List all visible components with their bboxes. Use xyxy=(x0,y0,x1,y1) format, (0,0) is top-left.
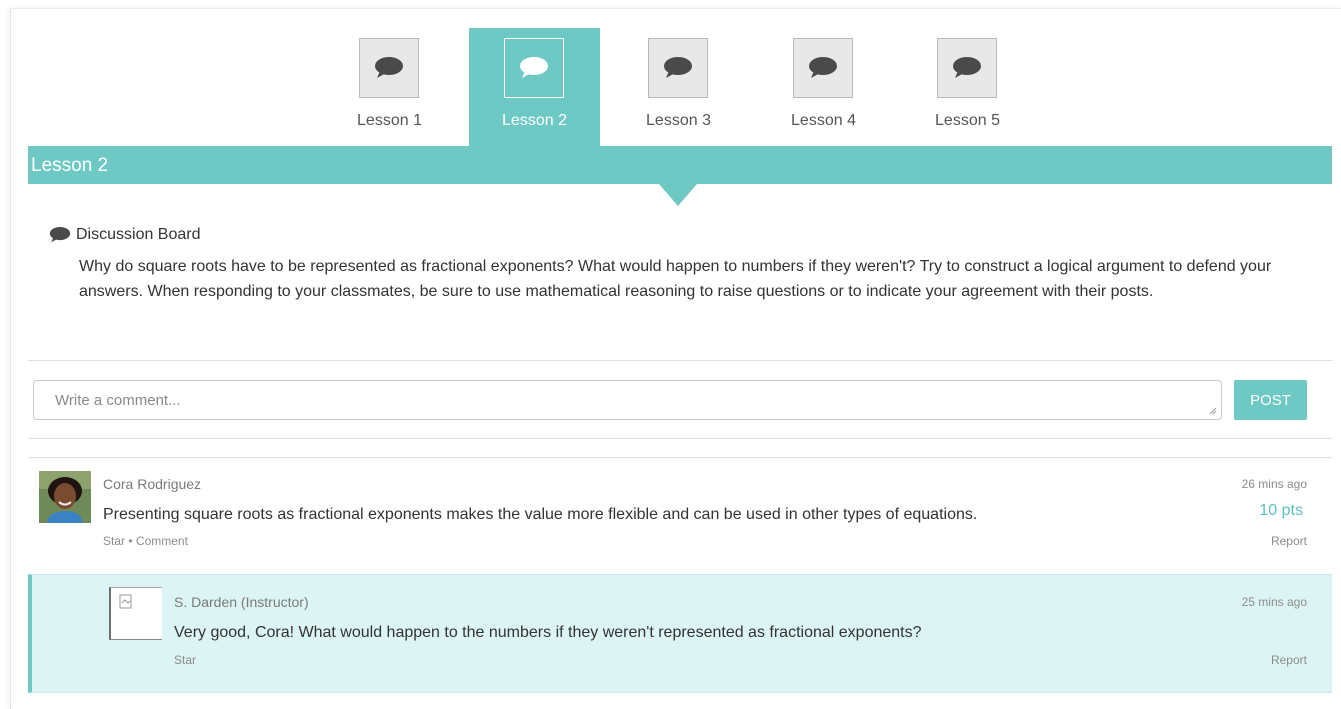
divider xyxy=(28,457,1332,458)
lesson-5-tile xyxy=(937,38,997,98)
lesson-3-tile xyxy=(648,38,708,98)
divider xyxy=(28,438,1332,439)
report-link[interactable]: Report xyxy=(1271,534,1307,548)
avatar xyxy=(109,587,162,640)
tab-label: Lesson 3 xyxy=(646,112,711,129)
action-separator: • xyxy=(128,534,133,548)
tab-lesson-2[interactable]: Lesson 2 xyxy=(469,28,600,146)
reply-text: Very good, Cora! What would happen to th… xyxy=(174,624,922,641)
lesson-1-tile xyxy=(359,38,419,98)
discussion-board-heading: Discussion Board xyxy=(49,226,201,244)
discussion-board-label: Discussion Board xyxy=(76,226,201,243)
comment-link[interactable]: Comment xyxy=(136,534,188,548)
active-tab-pointer xyxy=(659,184,697,206)
lesson-4-tile xyxy=(793,38,853,98)
reply-timestamp: 25 mins ago xyxy=(1241,595,1307,609)
tab-label: Lesson 2 xyxy=(502,112,567,129)
tab-lesson-1[interactable]: Lesson 1 xyxy=(324,28,455,146)
comment-actions: Star • Comment xyxy=(103,534,188,548)
star-link[interactable]: Star xyxy=(103,534,125,548)
tab-lesson-3[interactable]: Lesson 3 xyxy=(613,28,744,146)
comment-input[interactable] xyxy=(33,380,1222,420)
lesson-title: Lesson 2 xyxy=(31,155,109,176)
reply-author[interactable]: S. Darden (Instructor) xyxy=(174,594,309,610)
divider xyxy=(28,360,1332,361)
lesson-header-bar: Lesson 2 xyxy=(28,146,1332,184)
user-photo-icon xyxy=(39,471,91,523)
chat-bubble-icon xyxy=(375,57,403,78)
lesson-tabs: Lesson 1 Lesson 2 Lesson 3 Lesson 4 Less… xyxy=(0,28,1341,146)
chat-bubble-icon xyxy=(520,57,548,78)
chat-bubble-icon xyxy=(953,57,981,78)
comment-timestamp: 26 mins ago xyxy=(1241,477,1307,491)
chat-bubble-icon xyxy=(664,57,692,78)
comment-text: Presenting square roots as fractional ex… xyxy=(103,506,978,523)
avatar xyxy=(39,471,91,523)
lesson-2-tile xyxy=(504,38,564,98)
chat-bubble-icon xyxy=(49,227,71,243)
reply-actions: Star xyxy=(174,653,196,667)
post-button[interactable]: POST xyxy=(1234,380,1307,420)
tab-lesson-5[interactable]: Lesson 5 xyxy=(902,28,1033,146)
broken-image-icon xyxy=(119,594,132,609)
tab-label: Lesson 1 xyxy=(357,112,422,129)
tab-label: Lesson 5 xyxy=(935,112,1000,129)
points-badge: 10 pts xyxy=(1259,502,1303,519)
tab-lesson-4[interactable]: Lesson 4 xyxy=(758,28,889,146)
chat-bubble-icon xyxy=(809,57,837,78)
report-link[interactable]: Report xyxy=(1271,653,1307,667)
discussion-prompt: Why do square roots have to be represent… xyxy=(79,258,1272,300)
comment-author[interactable]: Cora Rodriguez xyxy=(103,476,201,492)
tab-label: Lesson 4 xyxy=(791,112,856,129)
star-link[interactable]: Star xyxy=(174,653,196,667)
resize-grip-icon[interactable] xyxy=(1207,405,1217,415)
